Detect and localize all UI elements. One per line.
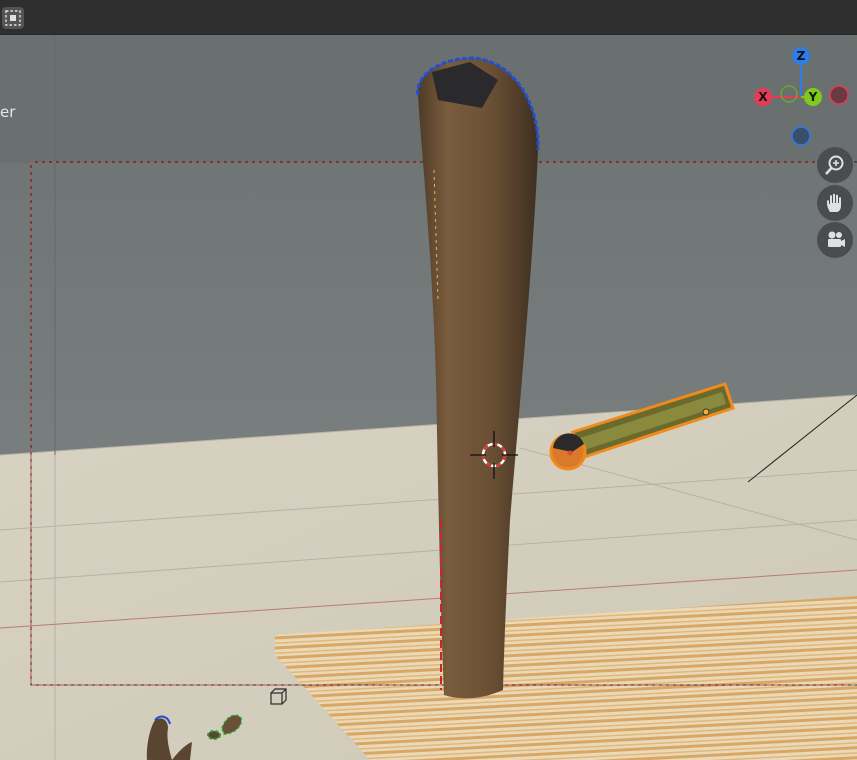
zoom-button[interactable] [817,147,853,183]
gizmo-neg-x[interactable] [829,85,849,105]
hand-icon [827,193,841,212]
gizmo-x-label: X [758,90,768,104]
gizmo-z-label: Z [796,49,806,63]
box-select-icon [5,10,21,26]
viewport-header [0,0,857,35]
gizmo-y-label: Y [808,90,818,104]
pan-button[interactable] [817,185,853,221]
scene-canvas[interactable] [0,35,857,760]
3d-viewport[interactable]: er Z X Y [0,35,857,760]
select-box-button[interactable] [2,7,24,29]
viewport-overlay-text: er [0,103,16,121]
gizmo-neg-z[interactable] [791,126,811,146]
camera-view-button[interactable] [817,222,853,258]
zoom-icon [825,155,844,175]
camera-icon [828,231,845,247]
gizmo-neg-y[interactable] [780,85,798,103]
